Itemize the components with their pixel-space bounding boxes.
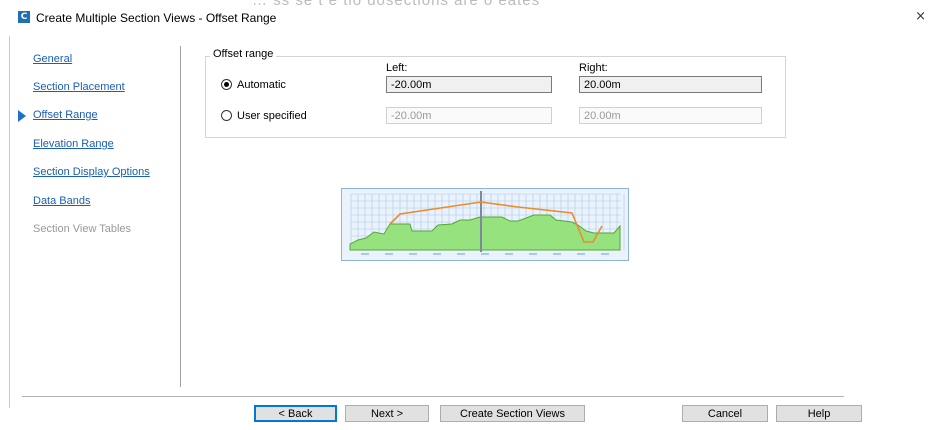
offset-range-group-label: Offset range (210, 48, 277, 60)
nav-link-data-bands[interactable]: Data Bands (33, 195, 90, 207)
nav-link-general[interactable]: General (33, 53, 72, 65)
automatic-left-offset-field[interactable] (386, 76, 552, 93)
user-specified-radio-label[interactable]: User specified (237, 110, 307, 122)
automatic-right-offset-field[interactable] (579, 76, 762, 93)
offset-range-group (205, 56, 786, 138)
button-bar-divider (22, 396, 844, 397)
nav-link-section-display-options[interactable]: Section Display Options (33, 166, 150, 178)
background-window-text: … ss se t e tio dosections are o eates (252, 0, 541, 9)
nav-link-section-view-tables: Section View Tables (33, 223, 132, 235)
nav-link-offset-range[interactable]: Offset Range (33, 109, 98, 121)
offset-range-preview-image (341, 188, 629, 261)
next-button[interactable]: Next > (345, 405, 429, 422)
window-title: Create Multiple Section Views - Offset R… (36, 11, 277, 25)
nav-link-elevation-range[interactable]: Elevation Range (33, 138, 114, 150)
user-specified-left-offset-field (386, 107, 552, 124)
title-bar: … ss se t e tio dosections are o eates C… (0, 0, 928, 30)
help-button[interactable]: Help (776, 405, 862, 422)
current-page-arrow-icon (18, 110, 26, 122)
back-button[interactable]: < Back (254, 405, 337, 422)
user-specified-radio[interactable] (221, 110, 232, 121)
nav-link-section-placement[interactable]: Section Placement (33, 81, 125, 93)
automatic-radio[interactable] (221, 79, 232, 90)
right-offset-label: Right: (579, 62, 608, 74)
left-offset-label: Left: (386, 62, 408, 74)
close-icon[interactable]: × (915, 9, 926, 24)
nav-content-divider (180, 46, 181, 387)
cancel-button[interactable]: Cancel (682, 405, 768, 422)
automatic-radio-label[interactable]: Automatic (237, 79, 286, 91)
create-section-views-button[interactable]: Create Section Views (440, 405, 585, 422)
civil3d-app-icon: C (18, 11, 30, 23)
dialog-left-border (9, 36, 10, 408)
user-specified-right-offset-field (579, 107, 762, 124)
